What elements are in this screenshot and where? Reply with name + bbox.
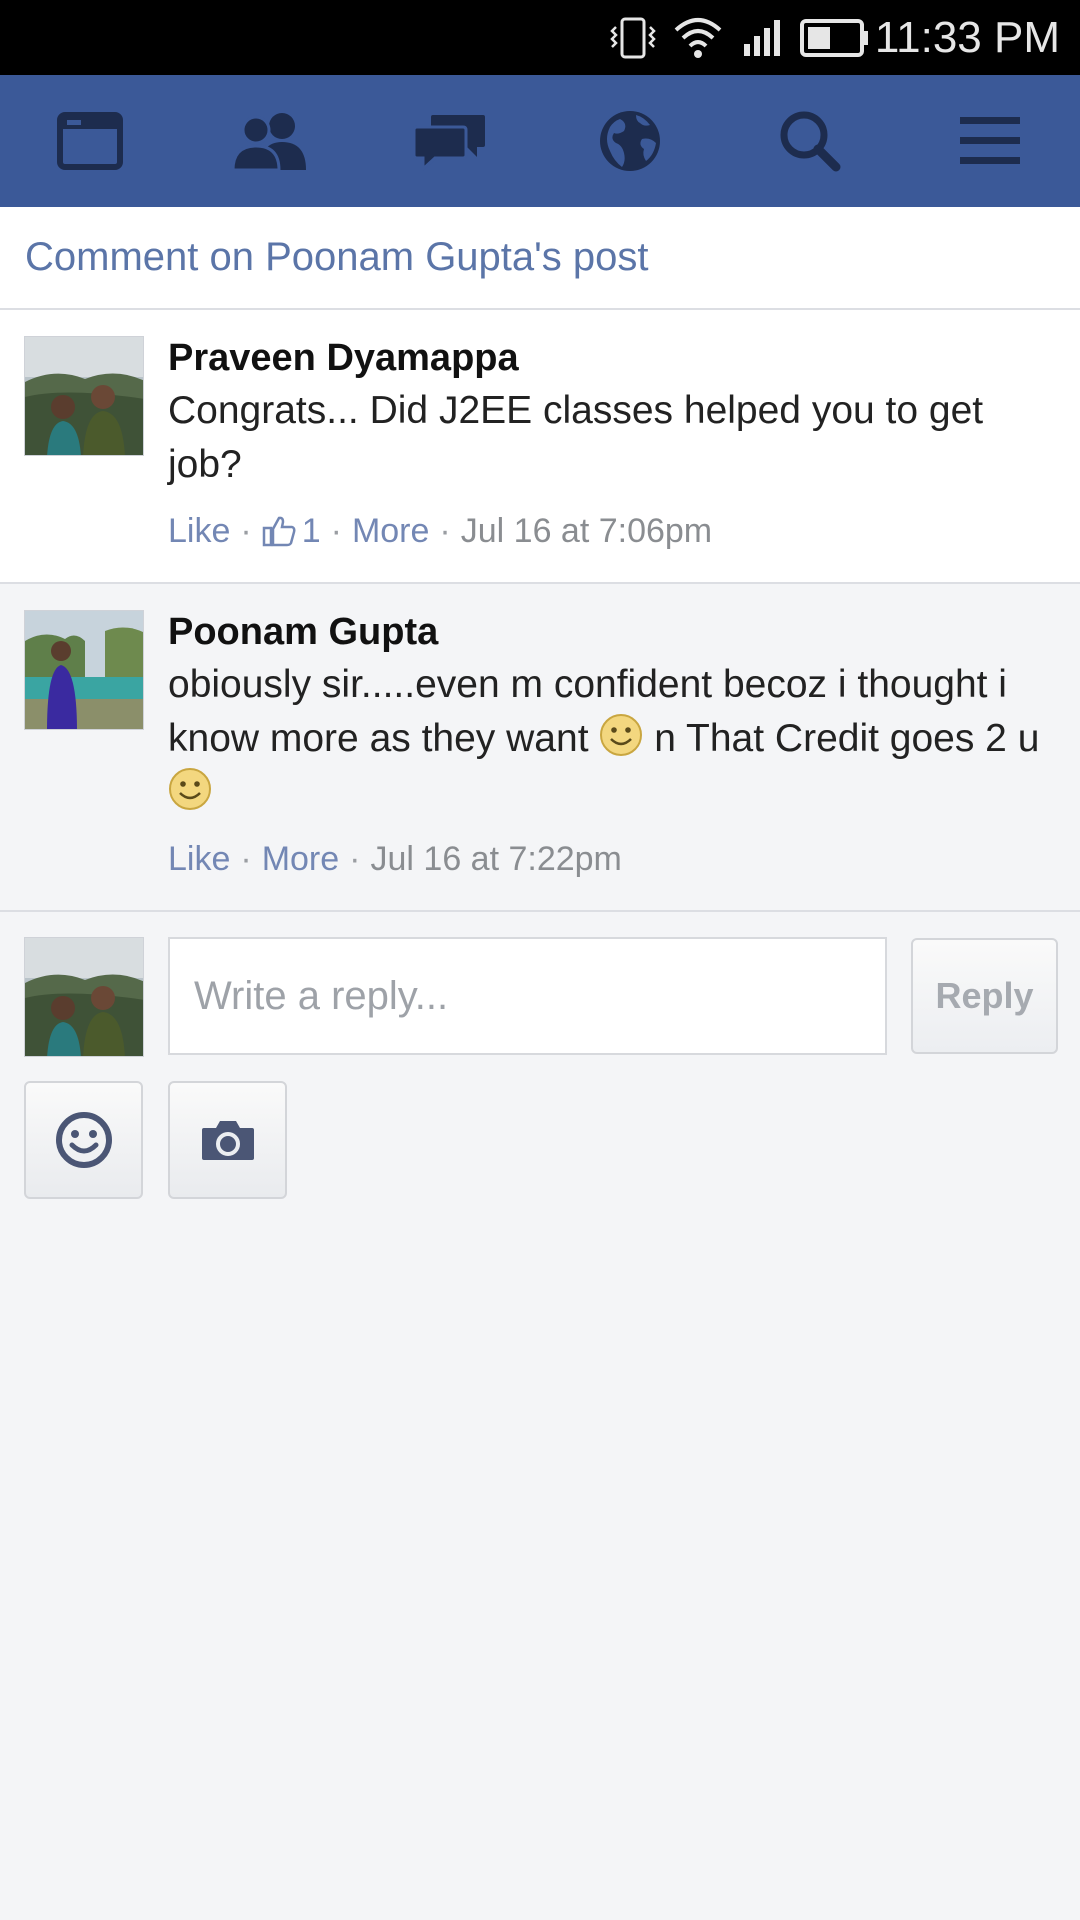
meta-separator: ·: [330, 512, 342, 550]
like-link[interactable]: Like: [168, 836, 230, 882]
comment-item: Praveen Dyamappa Congrats... Did J2EE cl…: [0, 310, 1080, 584]
status-bar: 11:33 PM: [0, 0, 1080, 75]
comment-meta: Like · 1 · More · Jul 16 at 7:06pm: [168, 508, 1058, 554]
smiley-emoji-icon: [168, 767, 212, 811]
news-feed-icon[interactable]: [0, 75, 180, 207]
friend-requests-icon[interactable]: [180, 75, 360, 207]
camera-icon: [201, 1121, 254, 1160]
signal-icon: [742, 0, 784, 75]
avatar: [24, 937, 144, 1057]
reply-button[interactable]: Reply: [911, 938, 1058, 1054]
vibrate-icon: [608, 0, 658, 75]
smiley-icon: [55, 1112, 112, 1168]
reply-input[interactable]: Write a reply...: [168, 937, 887, 1055]
more-link[interactable]: More: [262, 836, 339, 882]
wifi-icon: [673, 0, 723, 75]
meta-separator: ·: [439, 512, 451, 550]
notifications-globe-icon[interactable]: [540, 75, 720, 207]
meta-separator: ·: [240, 512, 252, 550]
comment-item: Poonam Gupta obiously sir.....even m con…: [0, 584, 1080, 912]
comment-text: Congrats... Did J2EE classes helped you …: [168, 389, 984, 486]
top-navbar: [0, 75, 1080, 207]
page-header: Comment on Poonam Gupta's post: [0, 207, 1080, 310]
comment-timestamp: Jul 16 at 7:22pm: [370, 840, 622, 878]
comment-body: Poonam Gupta obiously sir.....even m con…: [168, 606, 1058, 882]
comment-author[interactable]: Poonam Gupta: [168, 606, 1058, 658]
menu-icon[interactable]: [900, 75, 1080, 207]
like-count[interactable]: 1: [302, 508, 321, 554]
avatar[interactable]: [24, 336, 144, 456]
emoji-button[interactable]: [24, 1081, 143, 1199]
comment-text: obiously sir.....even m confident becoz …: [168, 658, 1058, 820]
photo-button[interactable]: [168, 1081, 287, 1199]
comment-body: Praveen Dyamappa Congrats... Did J2EE cl…: [168, 332, 1058, 554]
comment-author[interactable]: Praveen Dyamappa: [168, 332, 1058, 384]
avatar[interactable]: [24, 610, 144, 730]
status-time: 11:33 PM: [874, 12, 1060, 62]
battery-icon: [800, 0, 870, 75]
thumbs-up-icon[interactable]: [262, 515, 296, 547]
comment-text-part: n That Credit goes 2 u: [654, 717, 1040, 760]
search-icon[interactable]: [720, 75, 900, 207]
messages-icon[interactable]: [360, 75, 540, 207]
more-link[interactable]: More: [352, 508, 429, 554]
smiley-emoji-icon: [599, 713, 643, 757]
meta-separator: ·: [349, 840, 361, 878]
like-link[interactable]: Like: [168, 508, 230, 554]
comment-timestamp: Jul 16 at 7:06pm: [460, 512, 713, 550]
page-title[interactable]: Comment on Poonam Gupta's post: [25, 207, 649, 307]
meta-separator: ·: [240, 840, 252, 878]
comment-meta: Like · More · Jul 16 at 7:22pm: [168, 836, 1058, 882]
